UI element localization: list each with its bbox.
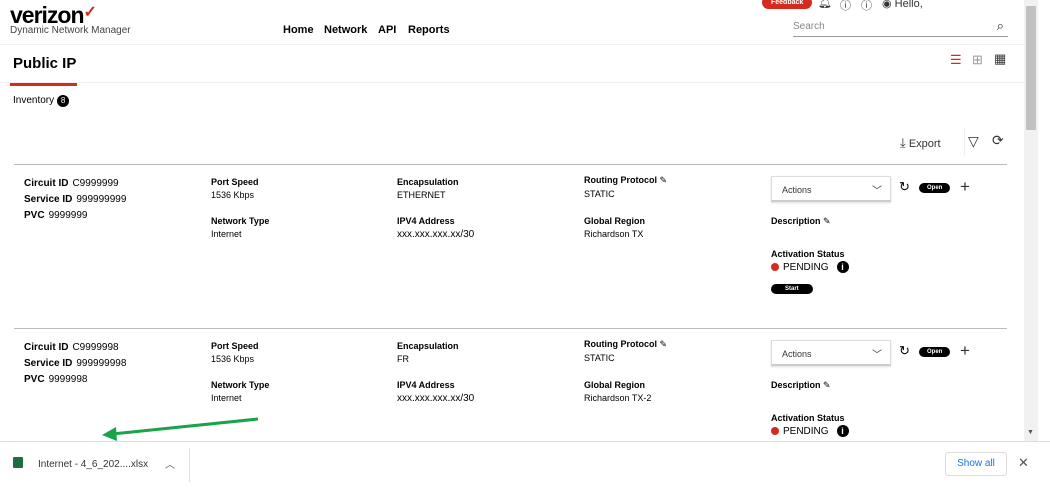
edit-pencil-icon[interactable]: ✎: [660, 175, 668, 185]
info-icon[interactable]: i: [836, 261, 849, 273]
refresh-icon[interactable]: ⟳: [992, 132, 1004, 149]
close-icon[interactable]: ✕: [1018, 455, 1029, 471]
circuit-id-row: Circuit ID C9999999: [24, 178, 119, 189]
tab-inventory[interactable]: Inventory 8: [13, 95, 70, 107]
greeting: Hello,: [894, 0, 923, 10]
status-value: PENDING: [783, 262, 829, 273]
grid-view-icon[interactable]: ⊞: [972, 52, 983, 68]
feedback-button[interactable]: Feedback: [762, 0, 813, 9]
activation-status-label: Activation Status: [771, 249, 845, 259]
edit-pencil-icon[interactable]: ✎: [660, 339, 668, 349]
info-icon[interactable]: ⓘ: [861, 0, 872, 13]
region-value: Richardson TX-2: [584, 393, 652, 403]
scroll-down-icon[interactable]: ▼: [1027, 429, 1034, 436]
pvc-row: PVC 9999998: [24, 374, 88, 385]
encapsulation-value: FR: [397, 354, 409, 364]
open-button[interactable]: Open: [919, 183, 951, 193]
table-view-icon[interactable]: ▦: [994, 51, 1006, 67]
description-label: Description ✎: [771, 216, 831, 226]
user-icon[interactable]: ◉ Hello,: [882, 0, 923, 10]
activation-status-label: Activation Status: [771, 413, 845, 423]
chevron-down-icon: ﹀: [872, 186, 882, 197]
scrollbar-thumb[interactable]: [1026, 6, 1036, 130]
search-input[interactable]: Search ⌕: [793, 18, 1008, 37]
network-type-label: Network Type: [211, 380, 270, 390]
active-tab-underline: [10, 83, 77, 86]
status-row: PENDING i: [771, 261, 849, 273]
encapsulation-value: ETHERNET: [397, 190, 446, 200]
description-label: Description ✎: [771, 380, 831, 390]
excel-file-icon: [13, 457, 23, 468]
encapsulation-label: Encapsulation: [397, 177, 459, 187]
circuit-id-row: Circuit ID C9999998: [24, 342, 119, 353]
nav-network[interactable]: Network: [324, 24, 367, 36]
bell-icon[interactable]: 🔔︎: [818, 0, 832, 9]
actions-dropdown[interactable]: Actions ﹀: [771, 176, 891, 202]
download-icon: ⤓: [900, 135, 906, 150]
app-subtitle: Dynamic Network Manager: [10, 25, 131, 36]
port-speed-value: 1536 Kbps: [211, 354, 255, 364]
ipv4-value: xxx.xxx.xxx.xx/30: [397, 393, 475, 404]
green-arrow-annotation: [102, 417, 259, 441]
service-id-row: Service ID 999999999: [24, 194, 127, 205]
port-speed-value: 1536 Kbps: [211, 190, 255, 200]
chevron-down-icon: ﹀: [872, 350, 882, 361]
pvc-row: PVC 9999999: [24, 210, 88, 221]
tab-divider: [0, 82, 1024, 83]
status-row: PENDING i: [771, 425, 849, 437]
port-speed-label: Port Speed: [211, 341, 259, 351]
edit-description-icon[interactable]: ✎: [823, 380, 831, 390]
ipv4-label: IPV4 Address: [397, 216, 455, 226]
filter-icon[interactable]: ▽: [968, 133, 979, 150]
add-icon[interactable]: +: [960, 177, 970, 197]
region-value: Richardson TX: [584, 229, 644, 239]
status-dot: [771, 427, 779, 435]
routing-label: Routing Protocol ✎: [584, 175, 668, 185]
status-value: PENDING: [783, 426, 829, 437]
header-divider: [0, 44, 1024, 45]
network-type-label: Network Type: [211, 216, 270, 226]
show-all-button[interactable]: Show all: [945, 452, 1007, 476]
reload-icon[interactable]: ↻: [899, 179, 910, 195]
nav-api[interactable]: API: [378, 24, 396, 36]
encapsulation-label: Encapsulation: [397, 341, 459, 351]
ipv4-value: xxx.xxx.xxx.xx/30: [397, 229, 475, 240]
start-button[interactable]: Start: [771, 284, 813, 294]
circuit-card: Circuit ID C9999999 Service ID 999999999 P…: [14, 164, 1007, 328]
chevron-up-icon[interactable]: ︿: [165, 456, 175, 471]
page-title: Public IP: [13, 55, 77, 72]
add-icon[interactable]: +: [960, 341, 970, 361]
search-icon[interactable]: ⌕: [997, 18, 1004, 34]
download-bar: Internet - 4_6_202....xlsx ︿ Show all ✕: [0, 441, 1050, 482]
edit-description-icon[interactable]: ✎: [823, 216, 831, 226]
routing-label: Routing Protocol ✎: [584, 339, 668, 349]
download-divider: [189, 448, 190, 482]
nav-reports[interactable]: Reports: [408, 24, 450, 36]
inventory-count-badge: 8: [57, 95, 70, 107]
network-type-value: Internet: [211, 393, 242, 403]
region-label: Global Region: [584, 216, 646, 226]
routing-value: STATIC: [584, 189, 615, 199]
reload-icon[interactable]: ↻: [899, 343, 910, 359]
network-type-value: Internet: [211, 229, 242, 239]
info-icon[interactable]: i: [836, 425, 849, 437]
ipv4-label: IPV4 Address: [397, 380, 455, 390]
status-dot: [771, 263, 779, 271]
help-icon[interactable]: ⓘ: [840, 0, 851, 13]
port-speed-label: Port Speed: [211, 177, 259, 187]
routing-value: STATIC: [584, 353, 615, 363]
region-label: Global Region: [584, 380, 646, 390]
download-filename[interactable]: Internet - 4_6_202....xlsx: [38, 459, 148, 470]
actions-dropdown[interactable]: Actions ﹀: [771, 340, 891, 366]
export-button[interactable]: ⤓ Export: [900, 135, 941, 151]
toolbar-divider: [964, 128, 965, 156]
list-view-icon[interactable]: ☰: [950, 52, 962, 68]
nav-home[interactable]: Home: [283, 24, 314, 36]
service-id-row: Service ID 999999998: [24, 358, 127, 369]
open-button[interactable]: Open: [919, 347, 951, 357]
